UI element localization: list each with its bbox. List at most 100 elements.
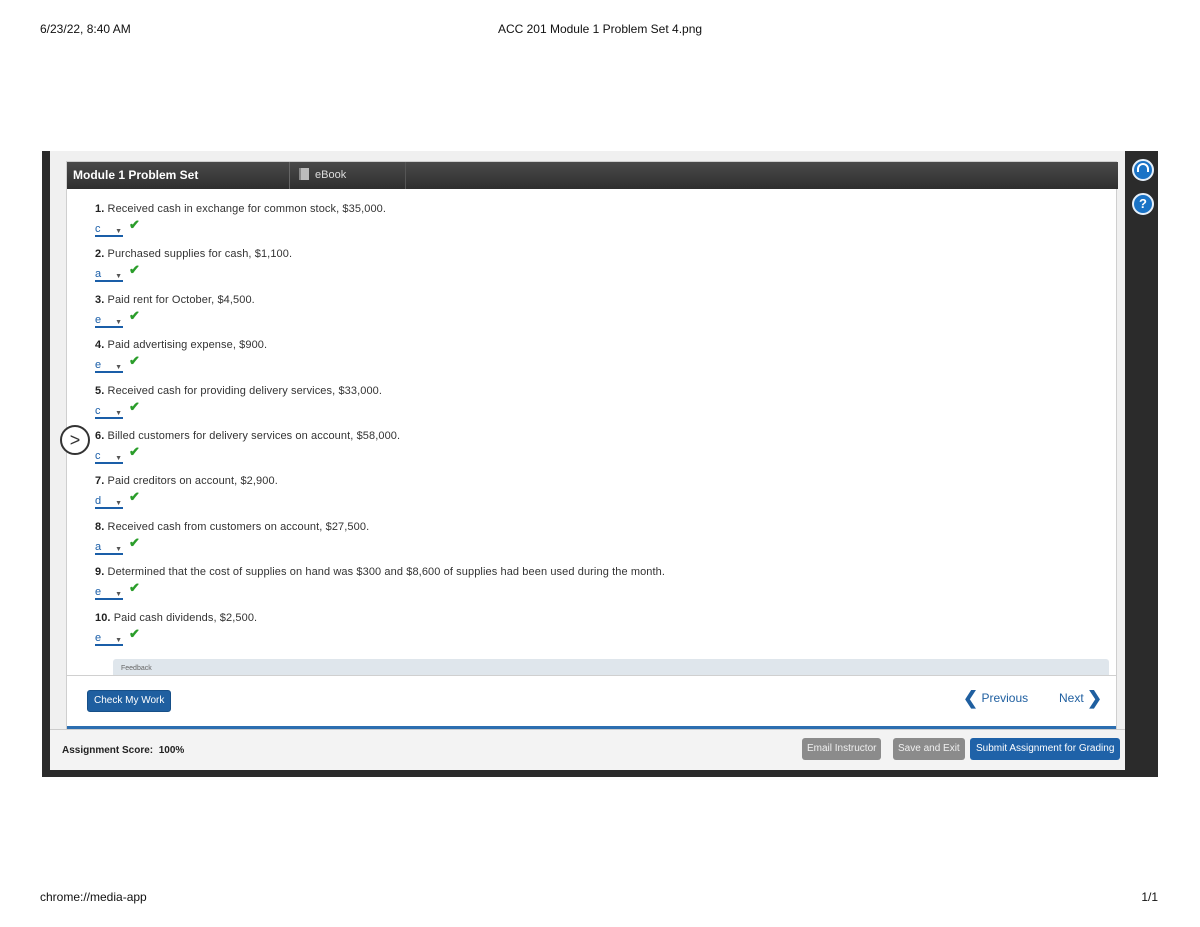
email-instructor-button[interactable]: Email Instructor <box>802 738 882 760</box>
chevron-right-icon: ❯ <box>1087 688 1103 708</box>
question-list: 1. Received cash in exchange for common … <box>95 203 665 657</box>
checkmark-icon: ✔ <box>129 398 140 414</box>
answer-value: e <box>95 359 102 372</box>
question-footer: Check My Work ❮ Previous Next ❯ <box>67 675 1116 729</box>
answer-select[interactable]: a ▼ <box>95 540 123 555</box>
answer-value: c <box>95 449 101 462</box>
question-item: 6. Billed customers for delivery service… <box>95 430 665 475</box>
answer-value: e <box>95 586 102 599</box>
question-text: 3. Paid rent for October, $4,500. <box>95 294 665 306</box>
dropdown-arrow-icon: ▼ <box>115 636 122 644</box>
checkmark-icon: ✔ <box>129 443 140 459</box>
help-icon[interactable]: ? <box>1132 193 1154 215</box>
next-button[interactable]: Next ❯ <box>1059 688 1102 709</box>
question-number: 5. <box>95 384 105 397</box>
checkmark-icon: ✔ <box>129 353 140 369</box>
tab-ebook-label: eBook <box>315 169 347 181</box>
question-label: Paid rent for October, $4,500. <box>107 293 255 306</box>
book-icon <box>299 168 309 180</box>
question-item: 7. Paid creditors on account, $2,900. d ▼ ✔ <box>95 475 665 520</box>
score-label: Assignment Score: <box>62 745 154 756</box>
dropdown-arrow-icon: ▼ <box>115 273 122 281</box>
answer-select[interactable]: e ▼ <box>95 313 123 328</box>
tab-ebook[interactable]: eBook <box>299 168 346 181</box>
assignment-window: Module 1 Problem Set eBook 1. Received c… <box>50 151 1125 770</box>
print-page-number: 1/1 <box>1141 890 1158 904</box>
question-label: Purchased supplies for cash, $1,100. <box>107 248 293 261</box>
dropdown-arrow-icon: ▼ <box>115 364 122 372</box>
problem-panel: Module 1 Problem Set eBook 1. Received c… <box>66 161 1118 729</box>
dropdown-arrow-icon: ▼ <box>115 318 122 326</box>
question-label: Received cash for providing delivery ser… <box>107 384 383 397</box>
question-number: 8. <box>95 520 105 533</box>
answer-value: a <box>95 268 102 281</box>
question-content[interactable]: 1. Received cash in exchange for common … <box>67 189 1116 675</box>
print-url: chrome://media-app <box>40 890 147 904</box>
previous-label: Previous <box>981 691 1029 705</box>
screenshot-frame: Module 1 Problem Set eBook 1. Received c… <box>42 151 1158 777</box>
question-text: 6. Billed customers for delivery service… <box>95 430 665 442</box>
dropdown-arrow-icon: ▼ <box>115 500 122 508</box>
divider <box>289 162 290 189</box>
dropdown-arrow-icon: ▼ <box>115 454 122 462</box>
feedback-box[interactable]: Feedback <box>113 659 1109 675</box>
answer-select[interactable]: a ▼ <box>95 268 123 283</box>
answer-row: c ▼ ✔ <box>95 398 665 419</box>
dropdown-arrow-icon: ▼ <box>115 591 122 599</box>
expand-arrow-button[interactable]: > <box>60 425 90 455</box>
save-and-exit-button[interactable]: Save and Exit <box>893 738 965 760</box>
answer-value: e <box>95 313 102 326</box>
answer-row: c ▼ ✔ <box>95 443 665 464</box>
checkmark-icon: ✔ <box>129 580 140 596</box>
question-number: 3. <box>95 293 105 306</box>
question-label: Received cash in exchange for common sto… <box>107 203 387 215</box>
answer-select[interactable]: c ▼ <box>95 449 123 464</box>
previous-button[interactable]: ❮ Previous <box>963 688 1028 709</box>
question-number: 4. <box>95 339 105 352</box>
answer-value: c <box>95 223 101 235</box>
question-item: 1. Received cash in exchange for common … <box>95 203 665 248</box>
answer-select[interactable]: d ▼ <box>95 495 123 510</box>
question-number: 9. <box>95 566 105 579</box>
question-text: 5. Received cash for providing delivery … <box>95 385 665 397</box>
answer-value: e <box>95 631 102 644</box>
question-label: Paid creditors on account, $2,900. <box>107 475 278 488</box>
question-number: 7. <box>95 475 105 488</box>
dropdown-arrow-icon: ▼ <box>115 545 122 553</box>
question-label: Paid cash dividends, $2,500. <box>113 611 258 624</box>
question-text: 4. Paid advertising expense, $900. <box>95 339 665 351</box>
answer-select[interactable]: c ▼ <box>95 405 123 419</box>
question-text: 2. Purchased supplies for cash, $1,100. <box>95 248 665 260</box>
answer-row: e ▼ ✔ <box>95 580 665 601</box>
question-item: 5. Received cash for providing delivery … <box>95 385 665 430</box>
print-doc-title: ACC 201 Module 1 Problem Set 4.png <box>497 22 703 36</box>
checkmark-icon: ✔ <box>129 489 140 505</box>
answer-select[interactable]: e ▼ <box>95 586 123 601</box>
answer-row: c ▼ ✔ <box>95 218 665 237</box>
score-bar: Assignment Score: 100% Email Instructor … <box>50 729 1125 770</box>
answer-select[interactable]: e ▼ <box>95 359 123 374</box>
submit-assignment-button[interactable]: Submit Assignment for Grading <box>970 738 1121 760</box>
question-label: Determined that the cost of supplies on … <box>107 566 666 579</box>
assignment-score: Assignment Score: 100% <box>62 745 184 756</box>
answer-select[interactable]: c ▼ <box>95 224 123 237</box>
question-label: Paid advertising expense, $900. <box>107 339 268 352</box>
page-title: Module 1 Problem Set <box>73 168 199 182</box>
question-number: 2. <box>95 248 105 261</box>
question-item: 8. Received cash from customers on accou… <box>95 521 665 566</box>
question-text: 9. Determined that the cost of supplies … <box>95 566 665 578</box>
check-my-work-button[interactable]: Check My Work <box>87 690 172 712</box>
question-text: 1. Received cash in exchange for common … <box>95 203 665 215</box>
answer-select[interactable]: e ▼ <box>95 631 123 646</box>
question-number: 1. <box>95 203 105 215</box>
answer-value: a <box>95 540 102 553</box>
question-item: 2. Purchased supplies for cash, $1,100. a… <box>95 248 665 293</box>
question-item: 3. Paid rent for October, $4,500. e ▼ ✔ <box>95 294 665 339</box>
question-text: 8. Received cash from customers on accou… <box>95 521 665 533</box>
question-number: 6. <box>95 429 105 442</box>
answer-value: d <box>95 495 102 508</box>
answer-row: e ▼ ✔ <box>95 309 665 328</box>
headset-icon[interactable] <box>1132 159 1154 181</box>
answer-row: e ▼ ✔ <box>95 627 665 646</box>
dropdown-arrow-icon: ▼ <box>115 228 122 235</box>
